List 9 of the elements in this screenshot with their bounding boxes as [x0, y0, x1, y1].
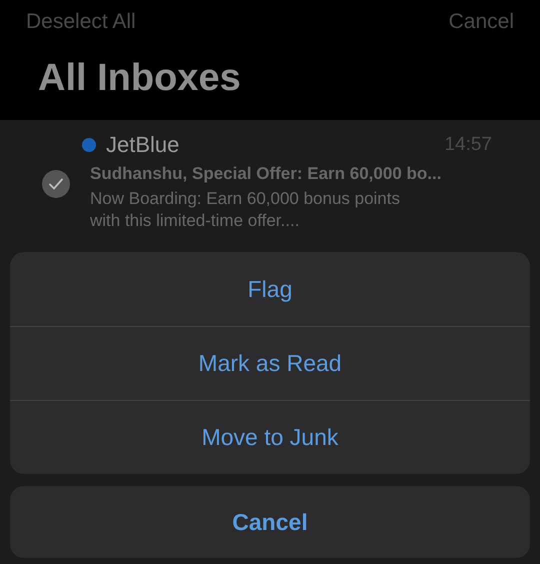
action-button[interactable]: Flag [10, 252, 530, 326]
sheet-cancel-button[interactable]: Cancel [10, 486, 530, 558]
sender-name: JetBlue [106, 132, 180, 158]
checkmark-icon[interactable] [42, 170, 70, 198]
message-preview: Now Boarding: Earn 60,000 bonus points with this limited-time offer.... [90, 188, 401, 232]
action-button[interactable]: Mark as Read [10, 326, 530, 400]
message-subject: Sudhanshu, Special Offer: Earn 60,000 bo... [90, 164, 442, 184]
action-button[interactable]: Move to Junk [10, 400, 530, 474]
inbox-title: All Inboxes [38, 58, 242, 100]
